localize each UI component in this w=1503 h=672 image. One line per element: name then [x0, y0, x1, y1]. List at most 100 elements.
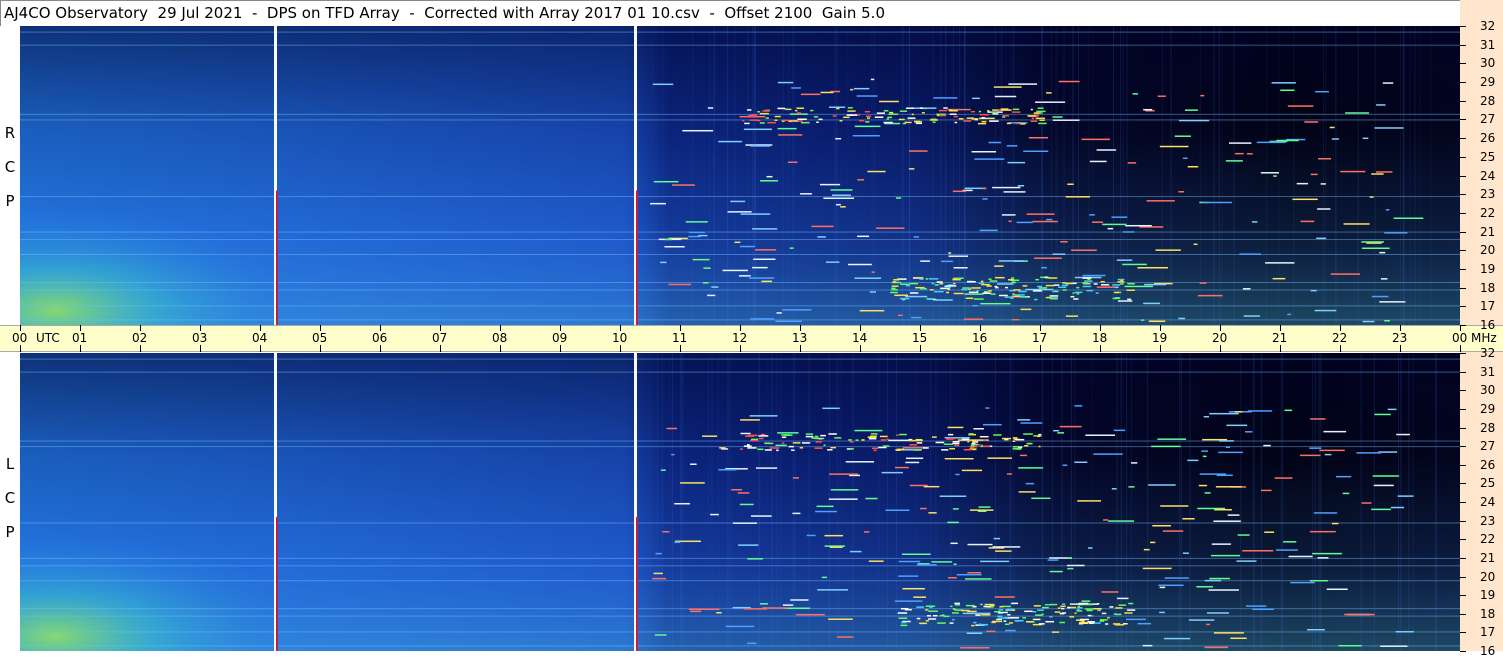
burst-18mhz — [1107, 616, 1110, 619]
vertical-striation — [792, 26, 794, 325]
freq-tick-label: 21 — [1480, 224, 1496, 239]
burst-18mhz — [965, 604, 975, 607]
signal-dash — [1264, 531, 1275, 533]
burst-27mhz — [781, 436, 787, 439]
signal-dash — [1344, 613, 1375, 616]
burst-18mhz — [1018, 290, 1027, 293]
signal-dash — [1316, 237, 1327, 240]
signal-dash — [1283, 541, 1297, 543]
freq-tick-label: 19 — [1480, 261, 1496, 276]
burst-18mhz — [1013, 289, 1021, 291]
burst-27mhz — [749, 119, 759, 121]
burst-27mhz — [907, 117, 916, 119]
burst-27mhz — [889, 111, 894, 114]
rcp-panel-label: RCP — [3, 124, 17, 226]
signal-dash — [740, 419, 760, 421]
signal-dash — [948, 576, 957, 579]
vertical-striation — [839, 353, 841, 651]
freq-tick-label: 23 — [1480, 513, 1496, 528]
burst-27mhz — [757, 111, 761, 113]
vertical-striation — [1170, 26, 1172, 325]
burst-18mhz — [939, 615, 945, 617]
signal-dash — [1276, 139, 1299, 142]
burst-18mhz — [936, 281, 943, 283]
signal-dash — [1159, 586, 1166, 589]
burst-18mhz — [998, 617, 1009, 619]
signal-dash — [867, 170, 886, 173]
signal-dash — [1103, 519, 1109, 521]
signal-dash — [988, 141, 1002, 144]
burst-18mhz — [1038, 287, 1048, 289]
time-tick — [620, 345, 621, 352]
signal-dash — [1006, 473, 1012, 475]
burst-18mhz — [890, 291, 898, 294]
vertical-striation — [713, 26, 715, 325]
signal-dash — [1053, 429, 1060, 432]
signal-dash — [1247, 410, 1273, 412]
signal-dash — [1201, 450, 1209, 452]
vertical-striation — [1412, 353, 1414, 651]
vertical-striation — [828, 353, 830, 651]
vertical-striation — [1218, 26, 1220, 325]
burst-27mhz — [898, 118, 905, 121]
signal-dash — [1011, 318, 1020, 321]
freq-tick — [1460, 595, 1466, 597]
signal-dash — [992, 546, 1021, 548]
signal-dash — [1243, 315, 1260, 317]
signal-dash — [747, 642, 757, 645]
freq-tick-label: 27 — [1480, 112, 1496, 127]
signal-dash — [840, 206, 846, 208]
burst-18mhz — [971, 287, 981, 289]
burst-27mhz — [795, 109, 798, 112]
burst-18mhz — [1113, 291, 1120, 294]
signal-dash — [935, 299, 953, 301]
burst-27mhz — [873, 449, 877, 452]
signal-dash — [1374, 413, 1391, 416]
burst-27mhz — [1035, 117, 1046, 120]
vertical-striation — [1400, 26, 1402, 325]
burst-27mhz — [983, 439, 987, 441]
signal-dash — [902, 587, 925, 590]
signal-dash — [1371, 295, 1389, 298]
time-tick — [140, 345, 141, 352]
time-tick-label: 22 — [1332, 331, 1348, 345]
burst-27mhz — [899, 110, 908, 112]
time-tick-label: 21 — [1272, 331, 1288, 345]
signal-dash — [955, 473, 960, 476]
signal-dash — [1319, 449, 1345, 452]
signal-dash — [762, 607, 788, 609]
burst-27mhz — [744, 122, 750, 125]
burst-27mhz — [746, 109, 752, 111]
burst-27mhz — [935, 441, 945, 444]
signal-dash — [904, 295, 928, 298]
burst-27mhz — [883, 110, 889, 112]
signal-dash — [1197, 294, 1223, 297]
freq-tick — [1460, 156, 1466, 158]
signal-dash — [1163, 637, 1191, 640]
signal-dash — [1215, 486, 1242, 488]
vertical-striation — [935, 353, 937, 651]
burst-27mhz — [864, 110, 871, 113]
burst-18mhz — [998, 611, 1008, 614]
signal-dash — [739, 503, 754, 506]
burst-27mhz — [810, 109, 814, 112]
burst-18mhz — [1045, 284, 1055, 287]
vertical-striation — [909, 26, 911, 325]
freq-tick — [1460, 231, 1466, 233]
burst-27mhz — [796, 112, 801, 114]
freq-tick-label: 22 — [1480, 532, 1496, 547]
signal-dash — [1204, 646, 1229, 649]
signal-dash — [688, 231, 705, 234]
burst-18mhz — [973, 298, 984, 300]
burst-27mhz — [781, 442, 785, 444]
burst-18mhz — [1008, 622, 1013, 624]
burst-27mhz — [740, 448, 743, 450]
burst-27mhz — [989, 120, 999, 122]
time-tick-label: 10 — [612, 331, 628, 345]
burst-27mhz — [1038, 445, 1041, 448]
time-tick — [500, 345, 501, 352]
burst-27mhz — [747, 447, 757, 449]
signal-dash — [1274, 477, 1293, 479]
signal-dash — [1074, 405, 1083, 407]
burst-27mhz — [774, 115, 781, 118]
